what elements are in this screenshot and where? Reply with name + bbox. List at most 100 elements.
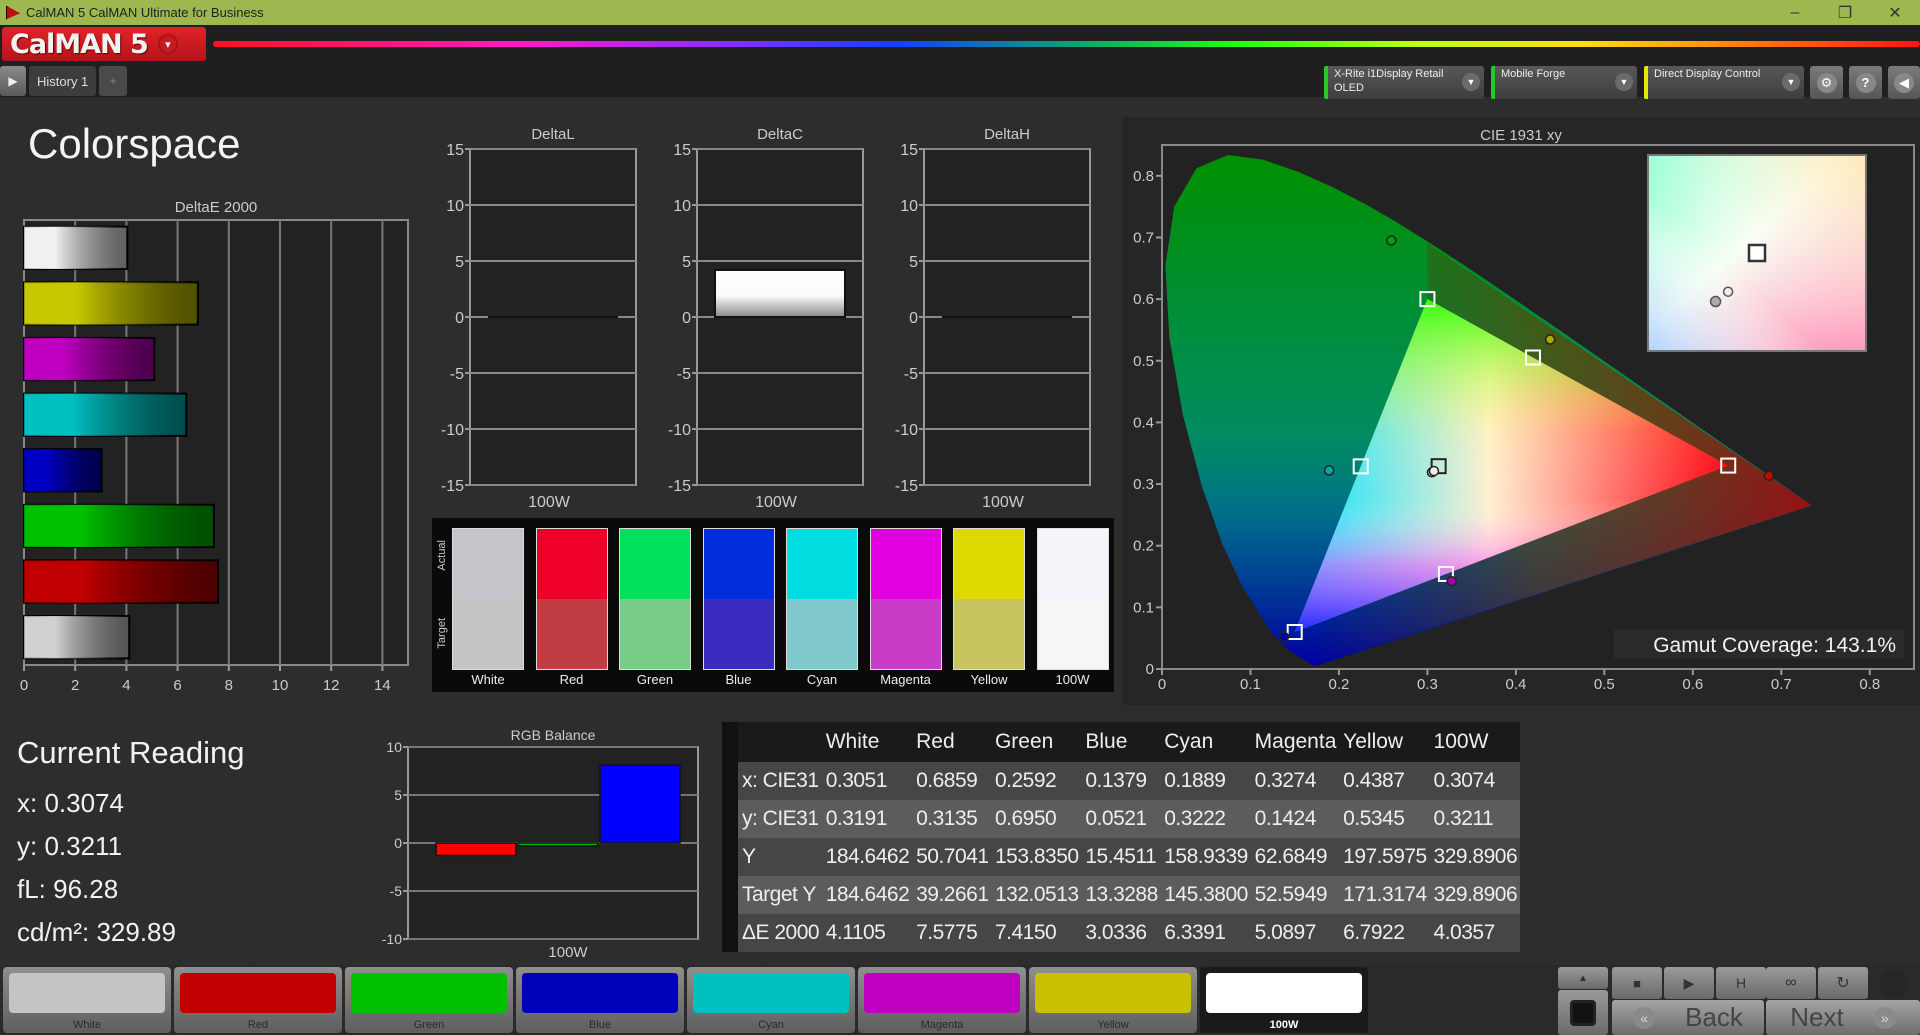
column-header: Green xyxy=(990,722,1082,762)
table-row: x: CIE31 0.3051 0.6859 0.2592 0.1379 0.1889 0.… xyxy=(722,762,1520,800)
table-cell: 5.0897 xyxy=(1250,914,1340,952)
actual-target-swatches: Actual Target White Red Green Blue Cyan Magen… xyxy=(432,518,1114,692)
actual-color xyxy=(870,529,941,599)
display-control-selector[interactable]: Direct Display Control ▼ xyxy=(1644,66,1804,99)
table-cell: 158.9339 xyxy=(1160,838,1251,876)
patch-button-magenta[interactable]: Magenta xyxy=(858,967,1026,1033)
bar-shade xyxy=(24,226,128,269)
patch-label: Green xyxy=(413,1019,445,1031)
calman-logo-menu[interactable]: CalMAN 5 ▾ xyxy=(2,27,206,61)
meter-name: X-Rite i1Display Retail xyxy=(1334,68,1444,80)
table-cell: 329.8906 xyxy=(1429,876,1520,914)
double-chevron-right-icon: » xyxy=(1873,1006,1896,1029)
rgb-bar-blue xyxy=(599,764,681,844)
swatch-label: Red xyxy=(559,672,584,687)
app-icon xyxy=(6,5,20,20)
patch-button-100w[interactable]: 100W xyxy=(1200,967,1368,1033)
continuous-button[interactable]: ∞ xyxy=(1766,967,1816,999)
column-header: Yellow xyxy=(1339,722,1430,762)
y-tick-label: 5 xyxy=(682,254,691,271)
hold-button[interactable]: H xyxy=(1716,967,1766,999)
table-side-bar xyxy=(722,914,738,952)
settings-button[interactable]: ⚙ xyxy=(1810,66,1843,99)
rainbow-bar xyxy=(213,41,1920,47)
patch-label: Magenta xyxy=(920,1019,964,1031)
actual-color xyxy=(453,529,523,599)
patch-label: 100W xyxy=(1269,1019,1299,1031)
actual-color xyxy=(703,529,774,599)
column-header xyxy=(738,722,822,762)
next-button[interactable]: Next » xyxy=(1766,1000,1920,1035)
x-tick-label: 2 xyxy=(71,677,79,690)
stop-mode-button[interactable] xyxy=(1558,990,1608,1035)
reading-x: x: 0.3074 xyxy=(17,788,124,818)
patch-button-cyan[interactable]: Cyan xyxy=(687,967,855,1033)
chevron-down-icon[interactable]: ▾ xyxy=(157,34,178,54)
stop-button[interactable]: ■ xyxy=(1612,967,1662,999)
read-button[interactable]: ▶ xyxy=(1664,967,1714,999)
tab-history-1[interactable]: History 1 xyxy=(29,66,97,96)
back-label: Back xyxy=(1685,1002,1743,1032)
bar-deltac xyxy=(714,268,846,319)
bar-shade xyxy=(24,449,102,492)
bar-shade xyxy=(24,504,214,548)
back-button[interactable]: « Back xyxy=(1612,1000,1764,1035)
x-tick-label: 12 xyxy=(323,677,340,690)
play-icon[interactable]: ▶ xyxy=(0,66,26,96)
deltae-chart: 0 2 4 6 8 10 12 14 xyxy=(20,219,409,690)
rgb-bar-green xyxy=(517,842,599,847)
logo-text: CalMAN 5 xyxy=(10,28,149,60)
chevron-down-icon[interactable]: ▼ xyxy=(1782,73,1800,91)
swatch-red xyxy=(535,528,608,670)
x-tick-label: 0.4 xyxy=(1505,676,1526,693)
table-cell: 0.6950 xyxy=(990,800,1082,838)
table-cell: 13.3288 xyxy=(1081,876,1161,914)
collapse-button[interactable]: ◀ xyxy=(1888,66,1920,99)
table-cell: 153.8350 xyxy=(990,838,1082,876)
patch-button-blue[interactable]: Blue xyxy=(516,967,684,1033)
reading-y: y: 0.3211 xyxy=(17,831,123,861)
source-selector[interactable]: Mobile Forge ▼ xyxy=(1491,66,1637,99)
table-cell: 171.3174 xyxy=(1339,876,1430,914)
table-cell: 3.0336 xyxy=(1081,914,1161,952)
column-header: White xyxy=(821,722,913,762)
refresh-button[interactable]: ↻ xyxy=(1818,967,1868,999)
x-tick-label: 0 xyxy=(20,677,28,690)
measured-magenta xyxy=(1446,575,1457,587)
y-tick-label: 0.3 xyxy=(1133,476,1154,493)
rgb-balance-chart: 10 5 0 -5 -10 100W xyxy=(382,740,699,960)
patch-color xyxy=(180,973,336,1013)
collapse-up-button[interactable]: ▲ xyxy=(1558,967,1608,989)
patch-button-white[interactable]: White xyxy=(3,967,171,1033)
patch-button-yellow[interactable]: Yellow xyxy=(1029,967,1197,1033)
swatch-green xyxy=(619,528,691,670)
meter-selector[interactable]: X-Rite i1Display Retail OLED ▼ xyxy=(1324,66,1484,99)
window-title: CalMAN 5 CalMAN Ultimate for Business xyxy=(26,5,264,20)
y-tick-label: 5 xyxy=(909,254,918,271)
chevron-down-icon[interactable]: ▼ xyxy=(1462,73,1480,91)
column-header: Red xyxy=(912,722,991,762)
help-button[interactable]: ? xyxy=(1849,66,1882,99)
patch-label: Red xyxy=(247,1019,269,1031)
x-tick-label: 10 xyxy=(272,677,289,690)
patch-button-red[interactable]: Red xyxy=(174,967,342,1033)
patch-button-green[interactable]: Green xyxy=(345,967,513,1033)
patch-color xyxy=(351,973,507,1013)
actual-color xyxy=(536,529,607,599)
restore-button[interactable]: ❐ xyxy=(1820,3,1870,23)
minimize-button[interactable]: – xyxy=(1770,4,1820,22)
actual-color xyxy=(954,529,1024,599)
column-header: 100W xyxy=(1429,722,1520,762)
y-tick-label: 10 xyxy=(673,198,691,215)
status-stripe xyxy=(1644,66,1648,99)
refresh-icon: ↻ xyxy=(1836,975,1850,992)
table-cell: 0.5345 xyxy=(1339,800,1430,838)
close-button[interactable]: ✕ xyxy=(1870,3,1920,23)
row-header: Target Y xyxy=(738,876,822,914)
add-tab-icon[interactable]: + xyxy=(99,66,128,96)
chevron-down-icon[interactable]: ▼ xyxy=(1615,73,1633,91)
y-tick-label: 0.7 xyxy=(1133,229,1154,246)
row-header: ΔE 2000 xyxy=(738,914,822,952)
patch-color xyxy=(1035,973,1191,1013)
y-tick-label: 0 xyxy=(1146,661,1154,678)
